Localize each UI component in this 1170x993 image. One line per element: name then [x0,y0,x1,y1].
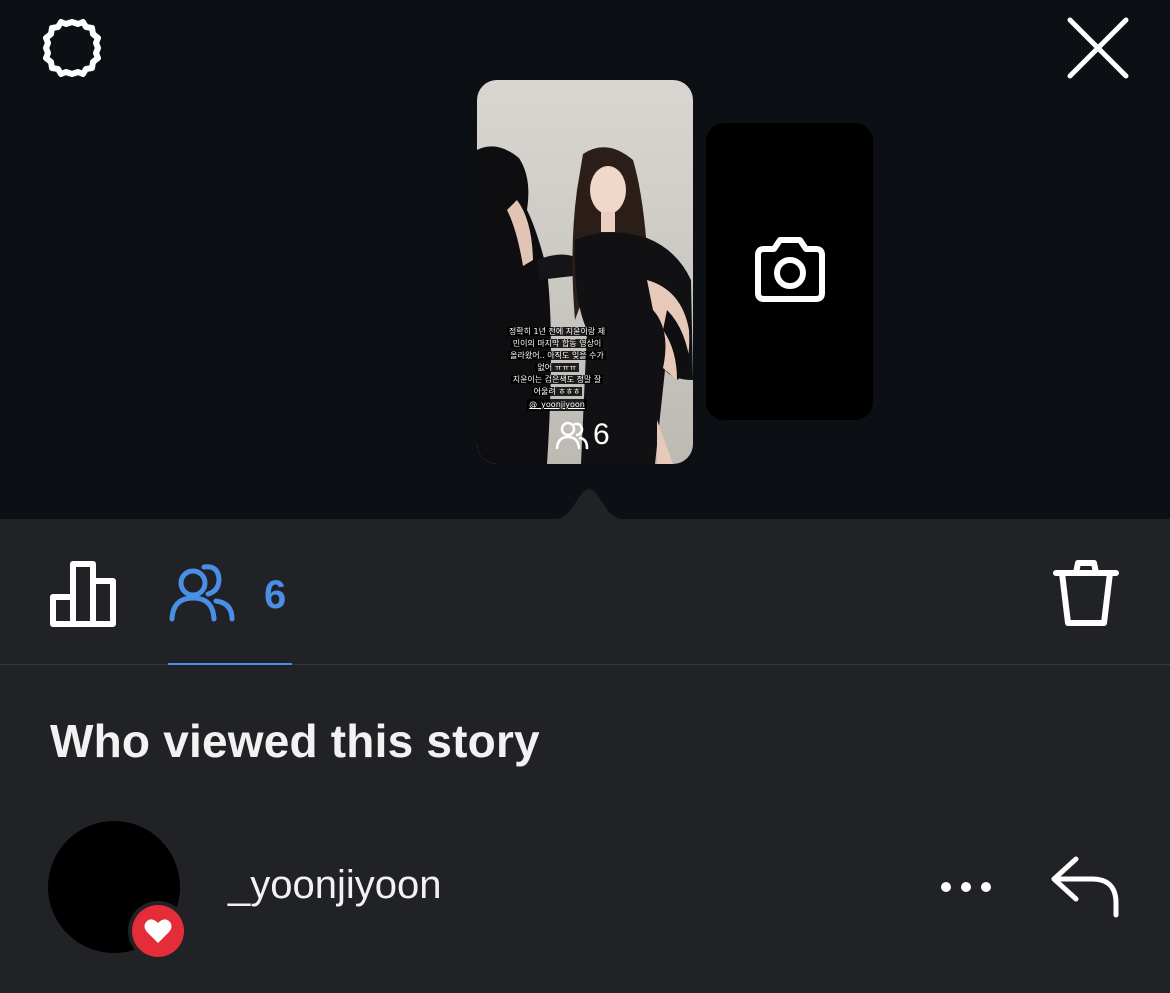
story-caption: 정확히 1년 전에 지윤이랑 제 민이의 마지막 합동 영상이 올라왔어.. 아… [497,326,617,411]
viewers-panel: 6 Who viewed this story _yoonjiyoon [0,519,1170,993]
close-icon [1067,17,1129,79]
story-thumbnail[interactable]: 정확히 1년 전에 지윤이랑 제 민이의 마지막 합동 영상이 올라왔어.. 아… [477,80,693,464]
like-badge [128,901,188,961]
camera-icon [755,237,825,302]
story-preview-area: 정확히 1년 전에 지윤이랑 제 민이의 마지막 합동 영상이 올라왔어.. 아… [0,0,1170,522]
bar-chart-icon [50,561,116,627]
active-story-pointer [549,489,629,522]
people-icon [169,564,235,622]
reply-button[interactable] [1048,853,1124,919]
viewer-row[interactable]: _yoonjiyoon [0,819,1170,961]
tab-insights[interactable] [48,559,120,631]
caption-line: 정확히 1년 전에 지윤이랑 제 [506,327,608,336]
thumbnail-viewer-count-value: 6 [593,418,610,451]
tab-viewers[interactable]: 6 [168,553,292,665]
caption-line: 지윤이는 검은색도 정말 잘 [510,375,604,384]
add-story-button[interactable] [706,123,873,420]
caption-mention[interactable]: @_yoonjiyoon [527,399,587,411]
delete-story-button[interactable] [1050,559,1122,631]
more-icon [941,882,991,892]
thumbnail-viewer-count: 6 [555,418,610,452]
settings-button[interactable] [36,12,108,84]
story-tabs: 6 [0,519,1170,665]
more-options-button[interactable] [936,863,996,911]
caption-line: 어울려 ㅎㅎㅎ [531,387,583,396]
close-button[interactable] [1062,12,1134,84]
heart-icon [144,919,172,943]
caption-line: 민이의 마지막 합동 영상이 [510,339,604,348]
gear-icon [43,19,101,77]
reply-icon [1051,856,1119,918]
trash-icon [1053,560,1119,626]
caption-line: 없어 ㅠㅠㅠ [535,363,579,372]
people-icon [555,421,589,450]
caption-line: 올라왔어.. 아직도 잊을 수가 [508,351,606,360]
viewers-count: 6 [264,573,287,617]
viewer-username[interactable]: _yoonjiyoon [228,863,442,908]
section-title: Who viewed this story [50,715,540,767]
